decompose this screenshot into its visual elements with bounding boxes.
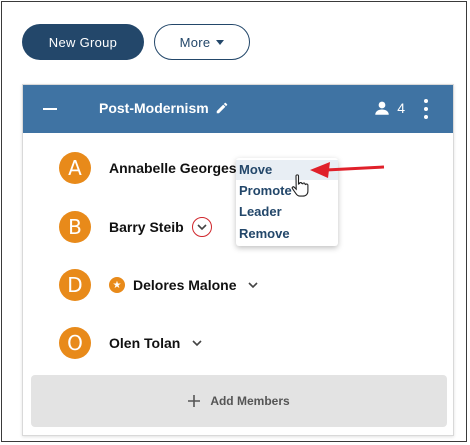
kebab-icon[interactable] xyxy=(423,99,429,119)
hand-cursor-icon xyxy=(291,174,309,197)
caret-down-icon xyxy=(216,39,225,45)
member-count[interactable]: 4 xyxy=(373,99,405,117)
member-name: Annabelle Georges xyxy=(109,160,237,176)
group-title: Post-Modernism xyxy=(99,100,229,116)
list-item: D ★ Delores Malone xyxy=(59,268,260,302)
person-icon xyxy=(375,101,389,115)
collapse-icon[interactable] xyxy=(43,108,57,110)
avatar: A xyxy=(59,152,91,184)
star-icon: ★ xyxy=(109,277,125,293)
chevron-down-icon[interactable] xyxy=(190,336,204,350)
member-name: Delores Malone xyxy=(133,277,237,293)
menu-item-remove[interactable]: Remove xyxy=(239,224,290,244)
group-header: Post-Modernism 4 xyxy=(23,85,453,133)
more-button[interactable]: More xyxy=(154,24,250,60)
annotation-arrow-icon xyxy=(310,162,385,178)
avatar: D xyxy=(59,269,91,301)
group-card: Post-Modernism 4 A Annabelle Georges B B… xyxy=(22,84,454,436)
avatar: B xyxy=(59,211,91,243)
menu-item-leader[interactable]: Leader xyxy=(239,202,282,222)
member-name: Barry Steib xyxy=(109,219,184,235)
member-name: Olen Tolan xyxy=(109,335,181,351)
list-item: O Olen Tolan xyxy=(59,326,204,360)
member-count-value: 4 xyxy=(397,100,405,116)
new-group-button[interactable]: New Group xyxy=(22,24,144,60)
group-name: Post-Modernism xyxy=(99,100,209,116)
add-members-label: Add Members xyxy=(210,394,290,408)
plus-icon xyxy=(188,395,201,407)
chevron-down-icon[interactable] xyxy=(191,217,212,237)
more-button-label: More xyxy=(179,34,211,50)
list-item: B Barry Steib xyxy=(59,210,212,244)
chevron-down-icon[interactable] xyxy=(246,278,260,292)
avatar: O xyxy=(59,327,91,359)
pencil-icon[interactable] xyxy=(215,101,229,115)
list-item: A Annabelle Georges xyxy=(59,151,237,185)
add-members-button[interactable]: Add Members xyxy=(31,375,447,427)
